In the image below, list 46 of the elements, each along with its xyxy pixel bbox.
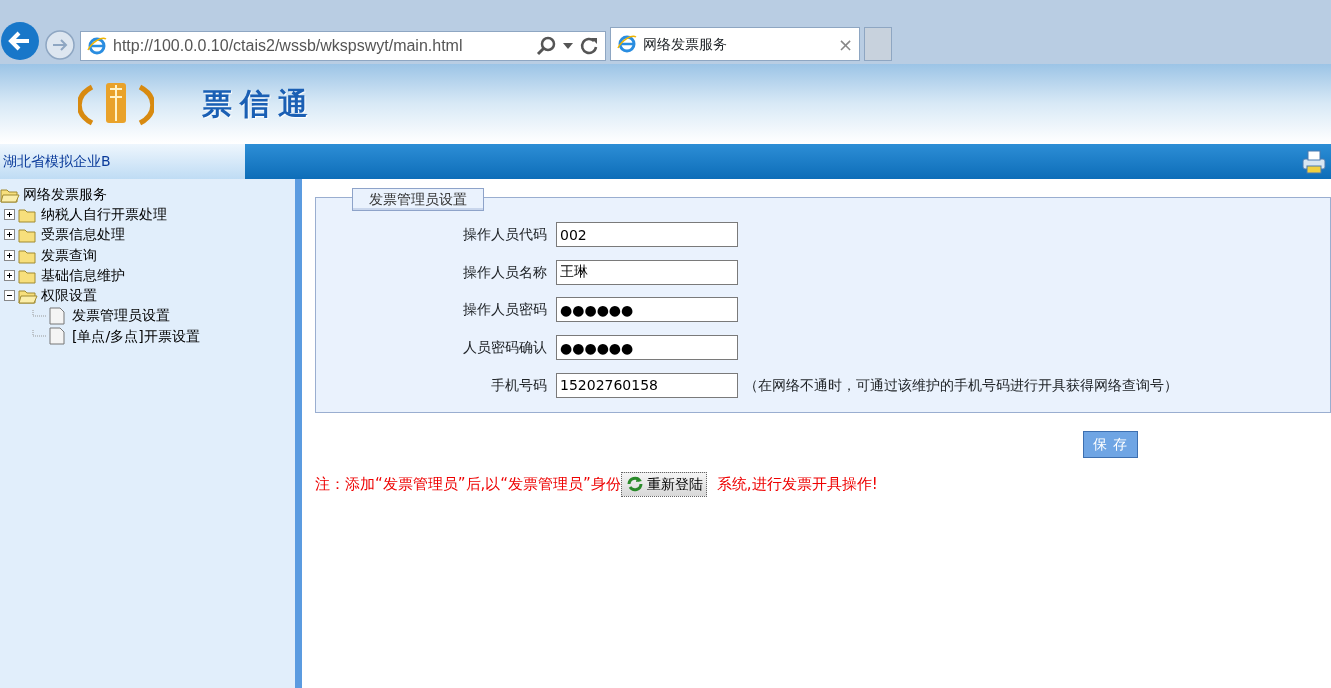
tree-item[interactable]: 网络发票服务 [23,183,107,205]
field-label: 操作人员密码 [462,300,548,320]
tree-item[interactable]: 纳税人自行开票处理 [41,203,167,225]
relogin-button[interactable]: 重新登陆 [620,471,707,497]
input-field[interactable]: ●●●●●● [556,335,738,361]
expand-icon[interactable] [4,208,15,220]
document-icon [49,306,65,325]
input-field[interactable]: 15202760158 [556,372,738,398]
tree-item[interactable]: 权限设置 [41,285,97,307]
banner-title: 票信通 [202,85,316,123]
search-icon[interactable] [535,35,557,57]
collapse-icon[interactable] [4,290,15,302]
note-text: 系统,进行发票开具操作! [716,474,878,496]
document-icon [49,327,65,346]
refresh-icon[interactable] [579,36,599,56]
field-label: 操作人员代码 [462,225,548,245]
caret-icon[interactable] [563,43,573,49]
field-label: 操作人员名称 [462,262,548,282]
tree-item[interactable]: 发票查询 [41,244,97,266]
back-button[interactable] [0,21,40,61]
tab-title: 网络发票服务 [643,34,727,54]
field-label: 手机号码 [490,375,548,395]
company-name: 湖北省模拟企业B [0,144,245,179]
input-field[interactable]: 002 [556,222,738,248]
tree-item[interactable]: 发票管理员设置 [72,305,170,327]
expand-icon[interactable] [4,249,15,261]
form-legend: 发票管理员设置 [352,188,484,211]
browser-icon [617,34,637,54]
field-label: 人员密码确认 [462,338,548,358]
folder-icon [18,226,38,244]
input-field[interactable]: 王琳 [556,259,738,285]
address-text: http://100.0.0.10/ctais2/wssb/wkspswyt/main.html [113,36,464,56]
expand-icon[interactable] [4,269,15,281]
tree-item[interactable]: [单点/多点]开票设置 [72,325,200,347]
tree-item[interactable]: 受票信息处理 [41,224,125,246]
folder-icon [18,287,38,305]
printer-icon[interactable] [1300,148,1328,175]
expand-icon[interactable] [4,229,15,241]
tree-item[interactable]: 基础信息维护 [41,264,125,286]
tab-close-button[interactable]: × [837,30,853,58]
input-field[interactable]: ●●●●●● [556,297,738,323]
browser-icon [87,36,107,56]
address-bar[interactable]: http://100.0.0.10/ctais2/wssb/wkspswyt/main.html [80,31,606,61]
note-text: 注：添加“发票管理员”后,以“发票管理员”身份 [315,474,621,496]
field-hint: （在网络不通时，可通过该维护的手机号码进行开具获得网络查询号） [743,375,1178,395]
browser-tab[interactable]: 网络发票服务 × [610,27,860,61]
